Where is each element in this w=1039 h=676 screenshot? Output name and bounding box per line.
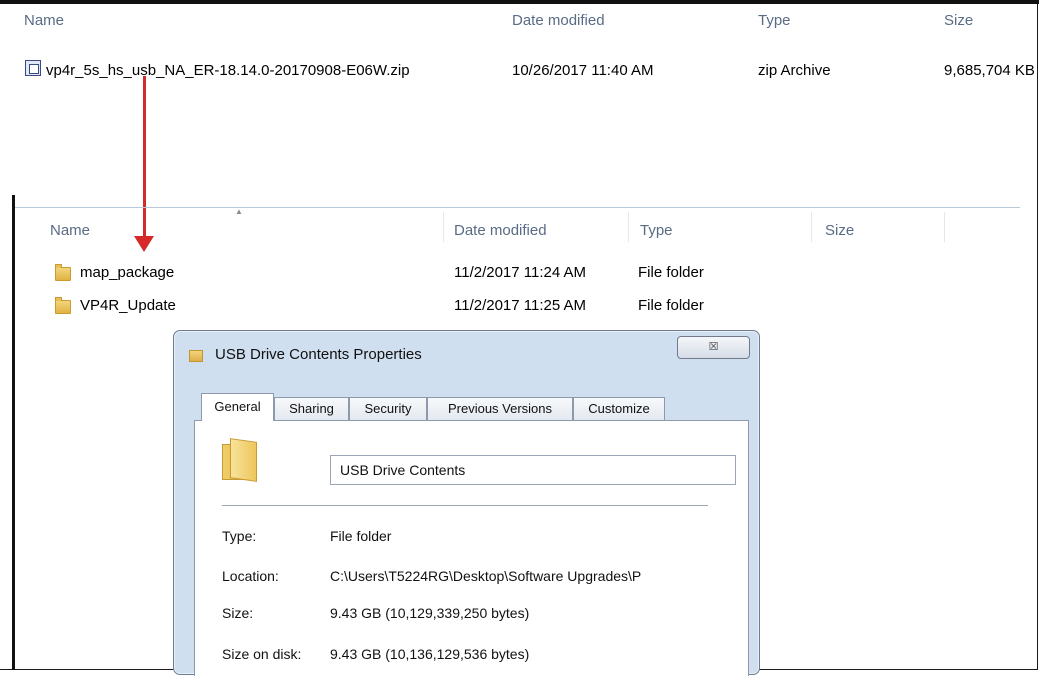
folder-type: File folder [638, 297, 704, 314]
folder-icon [222, 438, 257, 482]
folder-icon [55, 264, 71, 281]
column-divider [628, 212, 629, 242]
column-header-size[interactable]: Size [944, 12, 973, 29]
column-divider [944, 212, 945, 242]
dialog-title: USB Drive Contents Properties [215, 346, 422, 363]
tab-customize[interactable]: Customize [573, 397, 665, 420]
size-value: 9.43 GB (10,129,339,250 bytes) [330, 605, 530, 621]
folder-type: File folder [638, 264, 704, 281]
folder-name[interactable]: map_package [80, 264, 174, 281]
file-size: 9,685,704 KB [944, 62, 1035, 79]
column-header-date-modified[interactable]: Date modified [454, 222, 547, 239]
column-divider [443, 212, 444, 242]
size-on-disk-label: Size on disk: [222, 646, 302, 662]
general-tab-panel: USB Drive Contents Type: File folder Loc… [194, 420, 749, 676]
file-type: zip Archive [758, 62, 831, 79]
size-label: Size: [222, 605, 254, 621]
column-header-size[interactable]: Size [825, 222, 854, 239]
file-name[interactable]: vp4r_5s_hs_usb_NA_ER-18.14.0-20170908-E0… [46, 62, 410, 79]
location-value: C:\Users\T5224RG\Desktop\Software Upgrad… [330, 568, 642, 584]
folder-date-modified: 11/2/2017 11:25 AM [454, 297, 587, 314]
divider [222, 505, 708, 506]
column-header-type[interactable]: Type [758, 12, 791, 29]
top-border [0, 0, 1039, 4]
folder-icon [55, 297, 71, 314]
type-label: Type: [222, 528, 257, 544]
location-label: Location: [222, 568, 279, 584]
close-icon: ☒ [708, 341, 719, 353]
tab-security[interactable]: Security [349, 397, 427, 420]
column-divider [811, 212, 812, 242]
column-header-name[interactable]: Name [50, 222, 90, 239]
column-header-date-modified[interactable]: Date modified [512, 12, 605, 29]
folder-date-modified: 11/2/2017 11:24 AM [454, 264, 587, 281]
close-button[interactable]: ☒ [677, 336, 750, 359]
tab-general[interactable]: General [201, 393, 274, 421]
folder-icon [189, 350, 203, 362]
size-on-disk-value: 9.43 GB (10,136,129,536 bytes) [330, 646, 530, 662]
folder-name[interactable]: VP4R_Update [80, 297, 176, 314]
annotation-arrow-shaft [143, 76, 146, 238]
window-left-edge [12, 195, 15, 670]
file-date-modified: 10/26/2017 11:40 AM [512, 62, 654, 79]
zip-archive-icon [25, 60, 41, 76]
type-value: File folder [330, 528, 392, 544]
tab-sharing[interactable]: Sharing [274, 397, 349, 420]
annotation-arrow-head [134, 236, 154, 252]
sort-ascending-icon: ▲ [235, 207, 243, 216]
folder-name-input[interactable]: USB Drive Contents [330, 455, 736, 485]
tab-previous-versions[interactable]: Previous Versions [427, 397, 573, 420]
column-header-type[interactable]: Type [640, 222, 673, 239]
properties-dialog: USB Drive Contents Properties ☒ General … [173, 330, 760, 676]
column-header-name[interactable]: Name [24, 12, 64, 29]
header-separator [15, 207, 1020, 208]
